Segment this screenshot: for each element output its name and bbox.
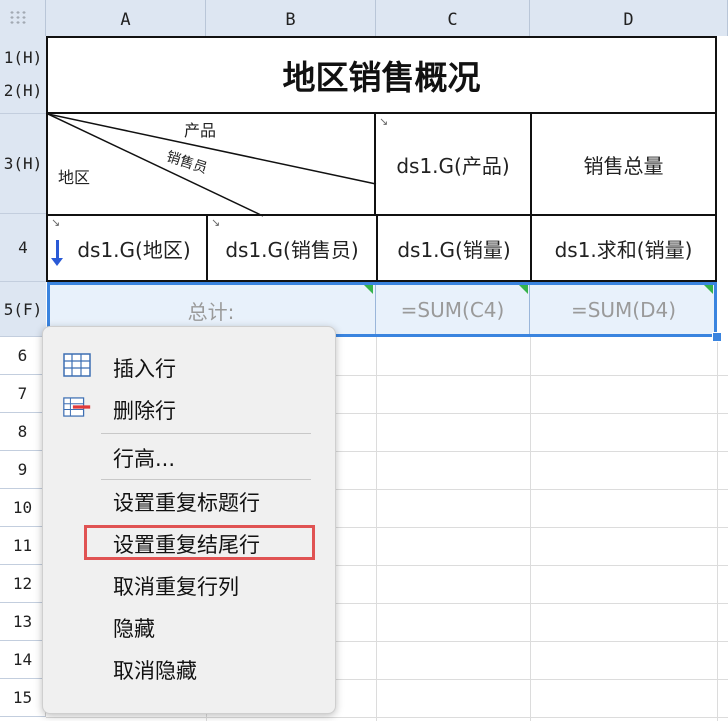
highlight-box	[84, 525, 315, 560]
formula-marker-icon	[519, 285, 528, 294]
grid-line	[530, 337, 531, 721]
row-header-14[interactable]: 14	[0, 641, 46, 679]
cell-b4-text: ds1.G(销售员)	[225, 237, 359, 262]
menu-item-unhide[interactable]: 取消隐藏	[113, 655, 197, 685]
select-all-corner[interactable]	[0, 0, 46, 36]
cell-d4[interactable]: ds1.求和(销量)	[530, 214, 717, 282]
cell-c4-text: ds1.G(销量)	[397, 237, 511, 262]
cell-d4-text: ds1.求和(销量)	[554, 237, 693, 262]
row-header-5[interactable]: 5(F)	[0, 282, 46, 337]
menu-separator	[101, 479, 311, 480]
diagonal-label-region: 地区	[58, 168, 91, 187]
row-header-1[interactable]: 1(H)	[4, 48, 43, 68]
menu-item-cancel-repeat[interactable]: 取消重复行列	[113, 571, 239, 601]
grid-dots-icon	[9, 10, 27, 24]
report-title-cell[interactable]: 地区销售概况	[46, 36, 717, 114]
formula-marker-icon	[704, 285, 713, 294]
row-header-2[interactable]: 2(H)	[4, 81, 43, 101]
menu-separator	[101, 433, 311, 434]
grid-line	[46, 717, 728, 718]
menu-item-row-height[interactable]: 行高...	[113, 443, 175, 473]
cell-c3[interactable]: ↘ ds1.G(产品)	[374, 112, 532, 216]
row-header-10[interactable]: 10	[0, 489, 46, 527]
diagonal-header-cell[interactable]: 产品 销售员 地区	[46, 112, 377, 217]
cell-a4-text: ds1.G(地区)	[77, 237, 191, 262]
diagonal-label-product: 产品	[184, 121, 217, 140]
vertical-expand-icon	[51, 240, 63, 266]
grid-line	[376, 337, 377, 721]
menu-item-set-repeat-header[interactable]: 设置重复标题行	[113, 487, 260, 517]
cell-d5-text: =SUM(D4)	[570, 298, 677, 322]
row-header-9[interactable]: 9	[0, 451, 46, 489]
row-header-1-2[interactable]: 1(H) 2(H)	[0, 36, 46, 114]
cell-c5[interactable]: =SUM(C4)	[376, 283, 530, 337]
cell-d5[interactable]: =SUM(D4)	[530, 283, 717, 337]
cell-a4[interactable]: ↘ ds1.G(地区)	[46, 214, 208, 282]
context-menu: 插入行 删除行 行高... 设置重复标题行 设置重复结尾行 取消重复行列 隐藏 …	[42, 326, 336, 714]
column-header-c[interactable]: C	[376, 0, 530, 36]
row-header-15[interactable]: 15	[0, 679, 46, 717]
row-header-4[interactable]: 4	[0, 214, 46, 282]
cell-c4[interactable]: ds1.G(销量)	[376, 214, 532, 282]
row-header-6[interactable]: 6	[0, 337, 46, 375]
expand-arrow-icon: ↘	[51, 216, 61, 229]
formula-marker-icon	[364, 285, 373, 294]
row-header-13[interactable]: 13	[0, 603, 46, 641]
cell-c5-text: =SUM(C4)	[400, 298, 505, 322]
menu-item-insert-row[interactable]: 插入行	[113, 353, 176, 383]
cell-c3-text: ds1.G(产品)	[396, 153, 510, 178]
column-header-b[interactable]: B	[206, 0, 376, 36]
column-header-a[interactable]: A	[46, 0, 206, 36]
cell-b4[interactable]: ↘ ds1.G(销售员)	[206, 214, 378, 282]
cell-d3-text: 销售总量	[583, 153, 664, 178]
spreadsheet: A B C D 1(H) 2(H) 3(H) 4 5(F) 6 7 8 9 10…	[0, 0, 728, 721]
cell-a5-text: 总计:	[187, 299, 235, 324]
row-header-12[interactable]: 12	[0, 565, 46, 603]
cell-d3[interactable]: 销售总量	[530, 112, 717, 216]
menu-item-delete-row[interactable]: 删除行	[113, 395, 176, 425]
expand-arrow-icon: ↘	[211, 216, 221, 229]
expand-arrow-icon: ↘	[379, 115, 389, 128]
delete-row-icon	[63, 397, 91, 417]
menu-item-hide[interactable]: 隐藏	[113, 613, 155, 643]
insert-row-icon	[63, 353, 91, 377]
row-header-3[interactable]: 3(H)	[0, 114, 46, 214]
row-header-7[interactable]: 7	[0, 375, 46, 413]
fill-handle[interactable]	[712, 332, 722, 342]
row-header-8[interactable]: 8	[0, 413, 46, 451]
row-header-11[interactable]: 11	[0, 527, 46, 565]
column-header-d[interactable]: D	[530, 0, 728, 36]
grid-line	[717, 337, 718, 721]
